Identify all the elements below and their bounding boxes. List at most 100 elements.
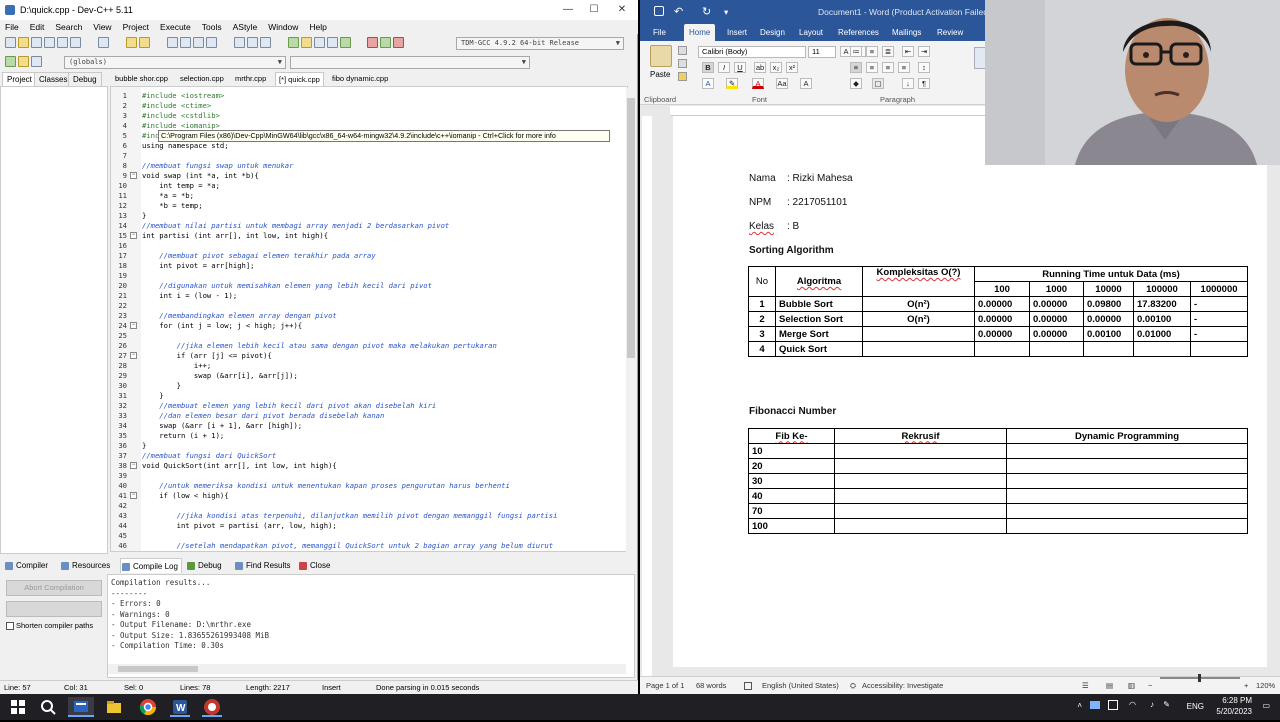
bookmark-icon[interactable] bbox=[205, 37, 217, 48]
font-name-box[interactable]: Calibri (Body) bbox=[698, 46, 806, 58]
line-spacing-icon[interactable]: ↕ bbox=[918, 62, 930, 73]
file-tab[interactable]: selection.cpp bbox=[177, 72, 227, 86]
code-line[interactable]: void swap (int *a, int *b){ bbox=[142, 171, 259, 180]
multilevel-icon[interactable]: ≣ bbox=[882, 46, 894, 57]
fold-toggle-icon[interactable]: − bbox=[130, 462, 137, 469]
zoom-in-icon[interactable]: + bbox=[1244, 677, 1248, 695]
close-file-icon[interactable] bbox=[57, 37, 68, 48]
numbering-icon[interactable]: ≡ bbox=[866, 46, 878, 57]
file-tab[interactable]: fibo dynamic.cpp bbox=[329, 72, 391, 86]
code-line[interactable]: int temp = *a; bbox=[142, 181, 220, 190]
code-line[interactable]: //jika elemen lebih kecil atau sama deng… bbox=[142, 341, 497, 350]
code-line[interactable]: } bbox=[142, 211, 146, 220]
highlight-icon[interactable]: ✎ bbox=[726, 78, 738, 89]
code-line[interactable]: void QuickSort(int arr[], int low, int h… bbox=[142, 461, 337, 470]
accessibility-icon[interactable]: ⛭ bbox=[850, 677, 856, 695]
document-page[interactable]: Nama : Rizki Mahesa NPM : 2217051101 Kel… bbox=[673, 116, 1267, 667]
copy-icon[interactable] bbox=[678, 59, 687, 68]
code-line[interactable]: #include <iomanip> bbox=[142, 121, 220, 130]
undo-icon[interactable] bbox=[125, 37, 137, 48]
code-line[interactable]: //jika kondisi atas terpenuhi, dilanjutk… bbox=[142, 511, 558, 520]
shading-icon[interactable]: ◆ bbox=[850, 78, 862, 89]
redo-icon[interactable]: ↻ bbox=[702, 0, 711, 24]
notification-icon[interactable]: ▭ bbox=[1262, 701, 1270, 710]
undo-icon[interactable]: ↶ bbox=[674, 0, 683, 24]
save-icon[interactable] bbox=[31, 37, 42, 48]
tab-insert[interactable]: Insert bbox=[722, 24, 752, 41]
word-icon[interactable]: W bbox=[170, 697, 190, 717]
bold-icon[interactable]: B bbox=[702, 62, 714, 73]
customize-qat-icon[interactable]: ▾ bbox=[724, 0, 728, 24]
menu-edit[interactable]: Edit bbox=[30, 22, 45, 32]
code-line[interactable]: #include <ctime> bbox=[142, 101, 211, 110]
status-accessibility[interactable]: Accessibility: Investigate bbox=[862, 677, 943, 695]
scrollbar-thumb[interactable] bbox=[118, 666, 198, 672]
print-icon[interactable] bbox=[97, 37, 109, 48]
cloud-icon[interactable] bbox=[1090, 701, 1100, 709]
tab-references[interactable]: References bbox=[833, 24, 884, 41]
status-page[interactable]: Page 1 of 1 bbox=[646, 677, 684, 695]
borders-icon[interactable]: ▢ bbox=[872, 78, 884, 89]
scope-select[interactable]: (globals) ▼ bbox=[64, 56, 286, 69]
open-project-icon[interactable] bbox=[300, 37, 312, 48]
code-line[interactable]: //untuk memeriksa kondisi untuk menentuk… bbox=[142, 481, 510, 490]
code-line[interactable]: int pivot = partisi (arr, low, high); bbox=[142, 521, 337, 530]
code-line[interactable]: } bbox=[142, 441, 146, 450]
paste-icon[interactable] bbox=[650, 45, 672, 67]
code-line[interactable]: int pivot = arr[high]; bbox=[142, 261, 254, 270]
cut-icon[interactable] bbox=[678, 46, 687, 55]
print-layout-icon[interactable]: ▥ bbox=[1128, 677, 1135, 695]
clock-time[interactable]: 6:28 PM bbox=[1206, 696, 1252, 705]
code-line[interactable]: if (arr [j] <= pivot){ bbox=[142, 351, 272, 360]
align-center-icon[interactable]: ≡ bbox=[866, 62, 878, 73]
debug-icon[interactable] bbox=[393, 37, 405, 48]
replace-icon[interactable] bbox=[179, 37, 191, 48]
goto-icon[interactable] bbox=[192, 37, 204, 48]
text-effects-icon[interactable]: A bbox=[702, 78, 714, 89]
minimize-button[interactable]: — bbox=[556, 0, 580, 20]
function-select[interactable]: ▼ bbox=[290, 56, 530, 69]
menu-astyle[interactable]: AStyle bbox=[233, 22, 258, 32]
tab-home[interactable]: Home bbox=[684, 24, 716, 41]
sort-icon[interactable]: ↓ bbox=[902, 78, 914, 89]
code-line[interactable]: } bbox=[142, 391, 163, 400]
code-line[interactable]: *b = temp; bbox=[142, 201, 202, 210]
menu-file[interactable]: File bbox=[5, 22, 19, 32]
code-line[interactable]: #include <cstdlib> bbox=[142, 111, 220, 120]
read-mode-icon[interactable]: ▤ bbox=[1106, 677, 1113, 695]
align-left-icon[interactable]: ≡ bbox=[850, 62, 862, 73]
menu-help[interactable]: Help bbox=[309, 22, 326, 32]
decrease-indent-icon[interactable]: ⇤ bbox=[902, 46, 914, 57]
code-line[interactable]: if (low < high){ bbox=[142, 491, 228, 500]
indent-icon[interactable] bbox=[233, 37, 245, 48]
code-line[interactable]: int partisi (int arr[], int low, int hig… bbox=[142, 231, 328, 240]
code-line[interactable]: using namespace std; bbox=[142, 141, 229, 150]
menu-window[interactable]: Window bbox=[268, 22, 298, 32]
strikethrough-icon[interactable]: ab bbox=[754, 62, 766, 73]
code-line[interactable]: swap (&arr[i], &arr[j]); bbox=[142, 371, 298, 380]
stop-icon[interactable] bbox=[367, 37, 379, 48]
menu-search[interactable]: Search bbox=[55, 22, 82, 32]
tab-file[interactable]: File bbox=[648, 24, 671, 41]
editor-scrollbar[interactable] bbox=[626, 88, 636, 552]
status-language[interactable]: English (United States) bbox=[762, 677, 839, 695]
code-line[interactable]: *a = *b; bbox=[142, 191, 194, 200]
close-button[interactable]: ✕ bbox=[610, 0, 634, 20]
code-line[interactable]: //membuat fungsi swap untuk menukar bbox=[142, 161, 293, 170]
tab-debug-bottom[interactable]: Debug bbox=[186, 558, 228, 573]
insert-icon[interactable] bbox=[5, 56, 16, 67]
toggle-bookmark-icon[interactable] bbox=[18, 56, 29, 67]
code-line[interactable]: #include <iostream> bbox=[142, 91, 224, 100]
tab-mailings[interactable]: Mailings bbox=[887, 24, 926, 41]
file-tab[interactable]: mrthr.cpp bbox=[232, 72, 269, 86]
abort-compilation-button[interactable]: Abort Compilation bbox=[6, 580, 102, 596]
tab-classes[interactable]: Classes bbox=[34, 72, 73, 86]
align-right-icon[interactable]: ≡ bbox=[882, 62, 894, 73]
chrome-icon[interactable] bbox=[138, 697, 158, 717]
focus-icon[interactable]: ☰ bbox=[1082, 677, 1089, 695]
tab-find-results[interactable]: Find Results bbox=[234, 558, 294, 573]
zoom-slider[interactable] bbox=[1160, 674, 1240, 682]
chart-icon[interactable] bbox=[380, 37, 392, 48]
tab-project[interactable]: Project bbox=[2, 72, 37, 86]
change-case-icon[interactable]: Aa bbox=[776, 78, 788, 89]
